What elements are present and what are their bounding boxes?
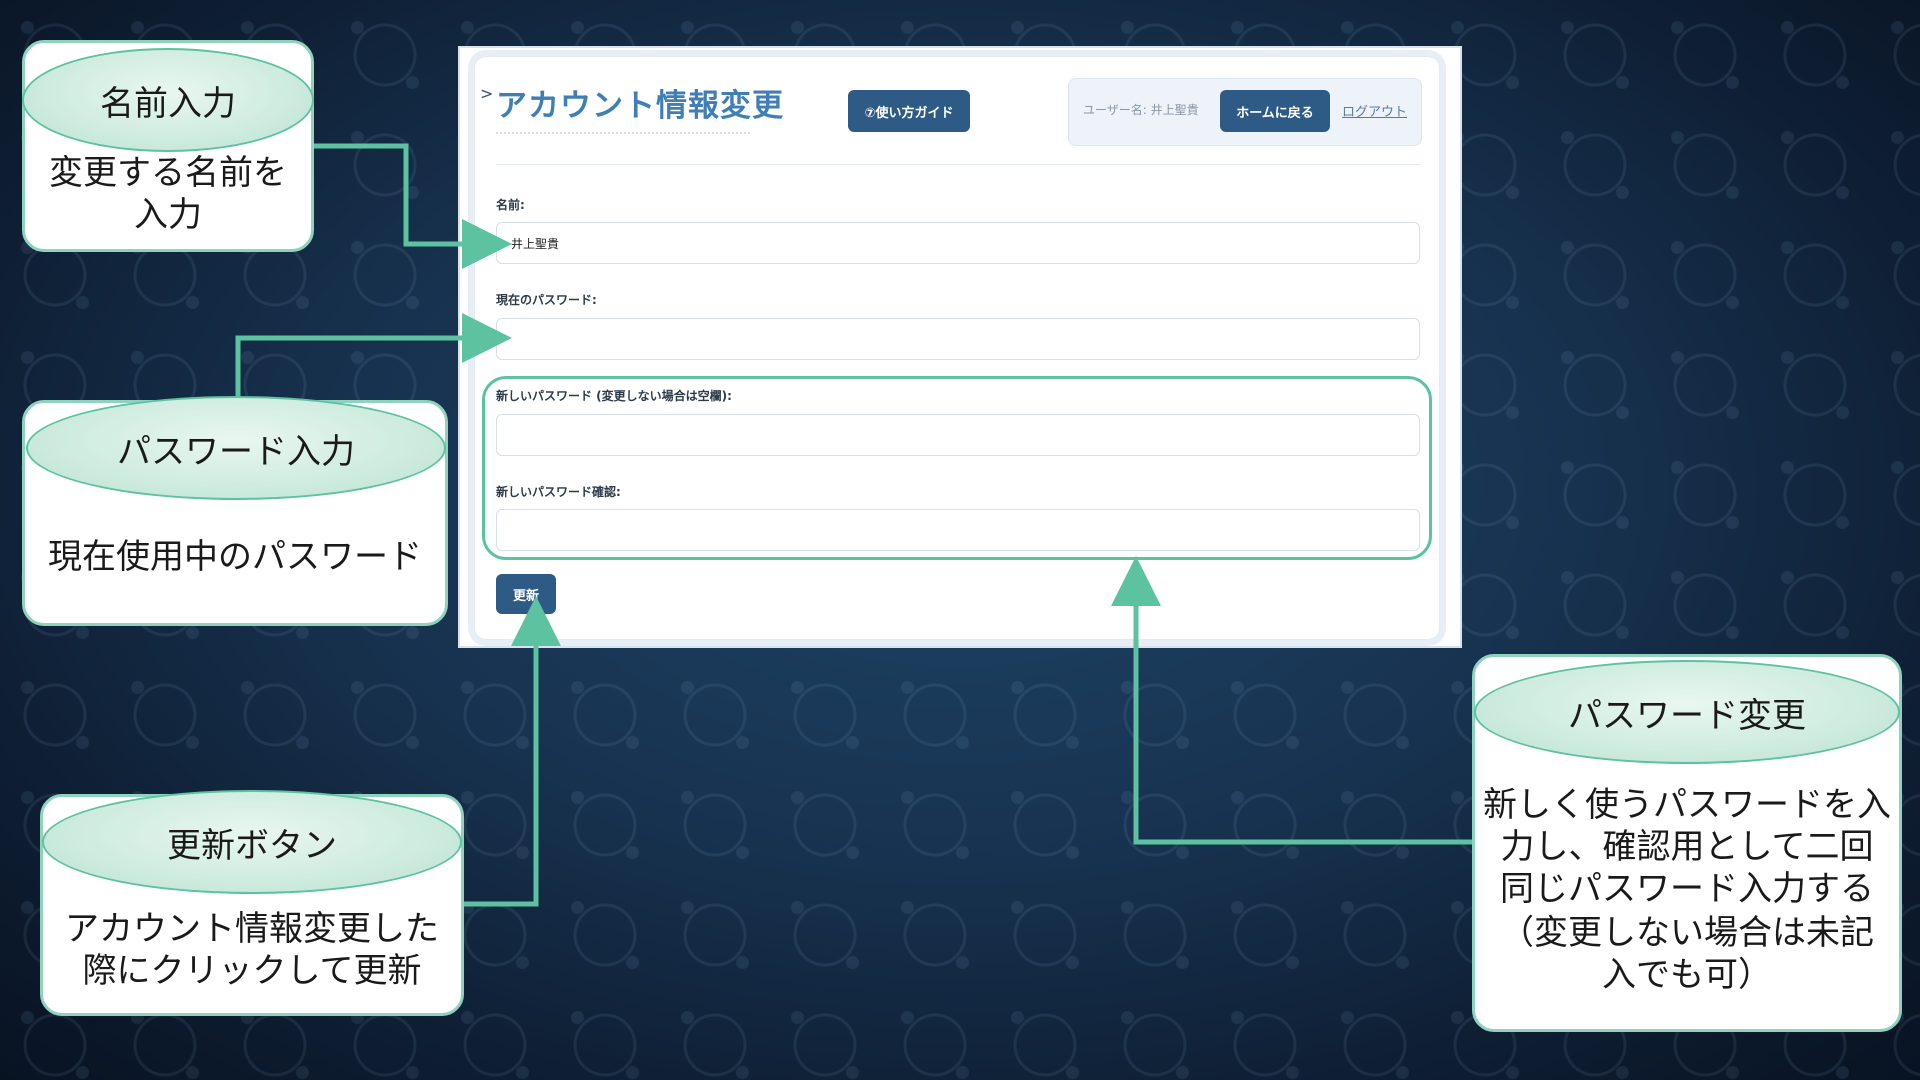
current-password-input[interactable] — [496, 318, 1420, 360]
callout-change-text-2: 力し、確認用として二回 — [1500, 827, 1874, 867]
callout-update-title: 更新ボタン — [42, 790, 462, 894]
chevron-right-icon: > — [480, 84, 494, 103]
callout-change-text-1: 新しく使うパスワードを入 — [1483, 785, 1891, 825]
callout-name-title: 名前入力 — [22, 48, 314, 152]
callout-change-title: パスワード変更 — [1474, 660, 1900, 764]
callout-change-text-3: 同じパスワード入力する — [1500, 869, 1874, 909]
callout-password-text-1: 現在使用中のパスワード — [48, 537, 422, 577]
username-label: ユーザー名: 井上聖貴 — [1083, 103, 1199, 117]
callout-password-title: パスワード入力 — [26, 396, 446, 500]
title-underline — [496, 132, 750, 134]
page-title: アカウント情報変更 — [496, 88, 784, 124]
confirm-password-input[interactable] — [496, 509, 1420, 551]
callout-change-text-4: （変更しない場合は未記 — [1500, 913, 1874, 953]
new-password-label: 新しいパスワード (変更しない場合は空欄): — [496, 389, 732, 403]
logout-link[interactable]: ログアウト — [1342, 101, 1407, 120]
callout-change-text-5: 入でも可） — [1602, 955, 1772, 995]
name-label: 名前: — [496, 198, 525, 212]
callout-update-text-2: 際にクリックして更新 — [82, 951, 422, 991]
name-input[interactable] — [496, 222, 1420, 264]
confirm-password-label: 新しいパスワード確認: — [496, 485, 621, 499]
callout-update-text-1: アカウント情報変更した — [65, 909, 439, 949]
home-button[interactable]: ホームに戻る — [1220, 90, 1330, 132]
new-password-input[interactable] — [496, 414, 1420, 456]
guide-button[interactable]: ⑦使い方ガイド — [848, 90, 970, 132]
current-password-label: 現在のパスワード: — [496, 293, 597, 307]
update-button[interactable]: 更新 — [496, 574, 556, 614]
divider — [496, 164, 1420, 165]
callout-name-text-1: 変更する名前を — [49, 153, 287, 193]
callout-name-text-2: 入力 — [134, 195, 202, 235]
